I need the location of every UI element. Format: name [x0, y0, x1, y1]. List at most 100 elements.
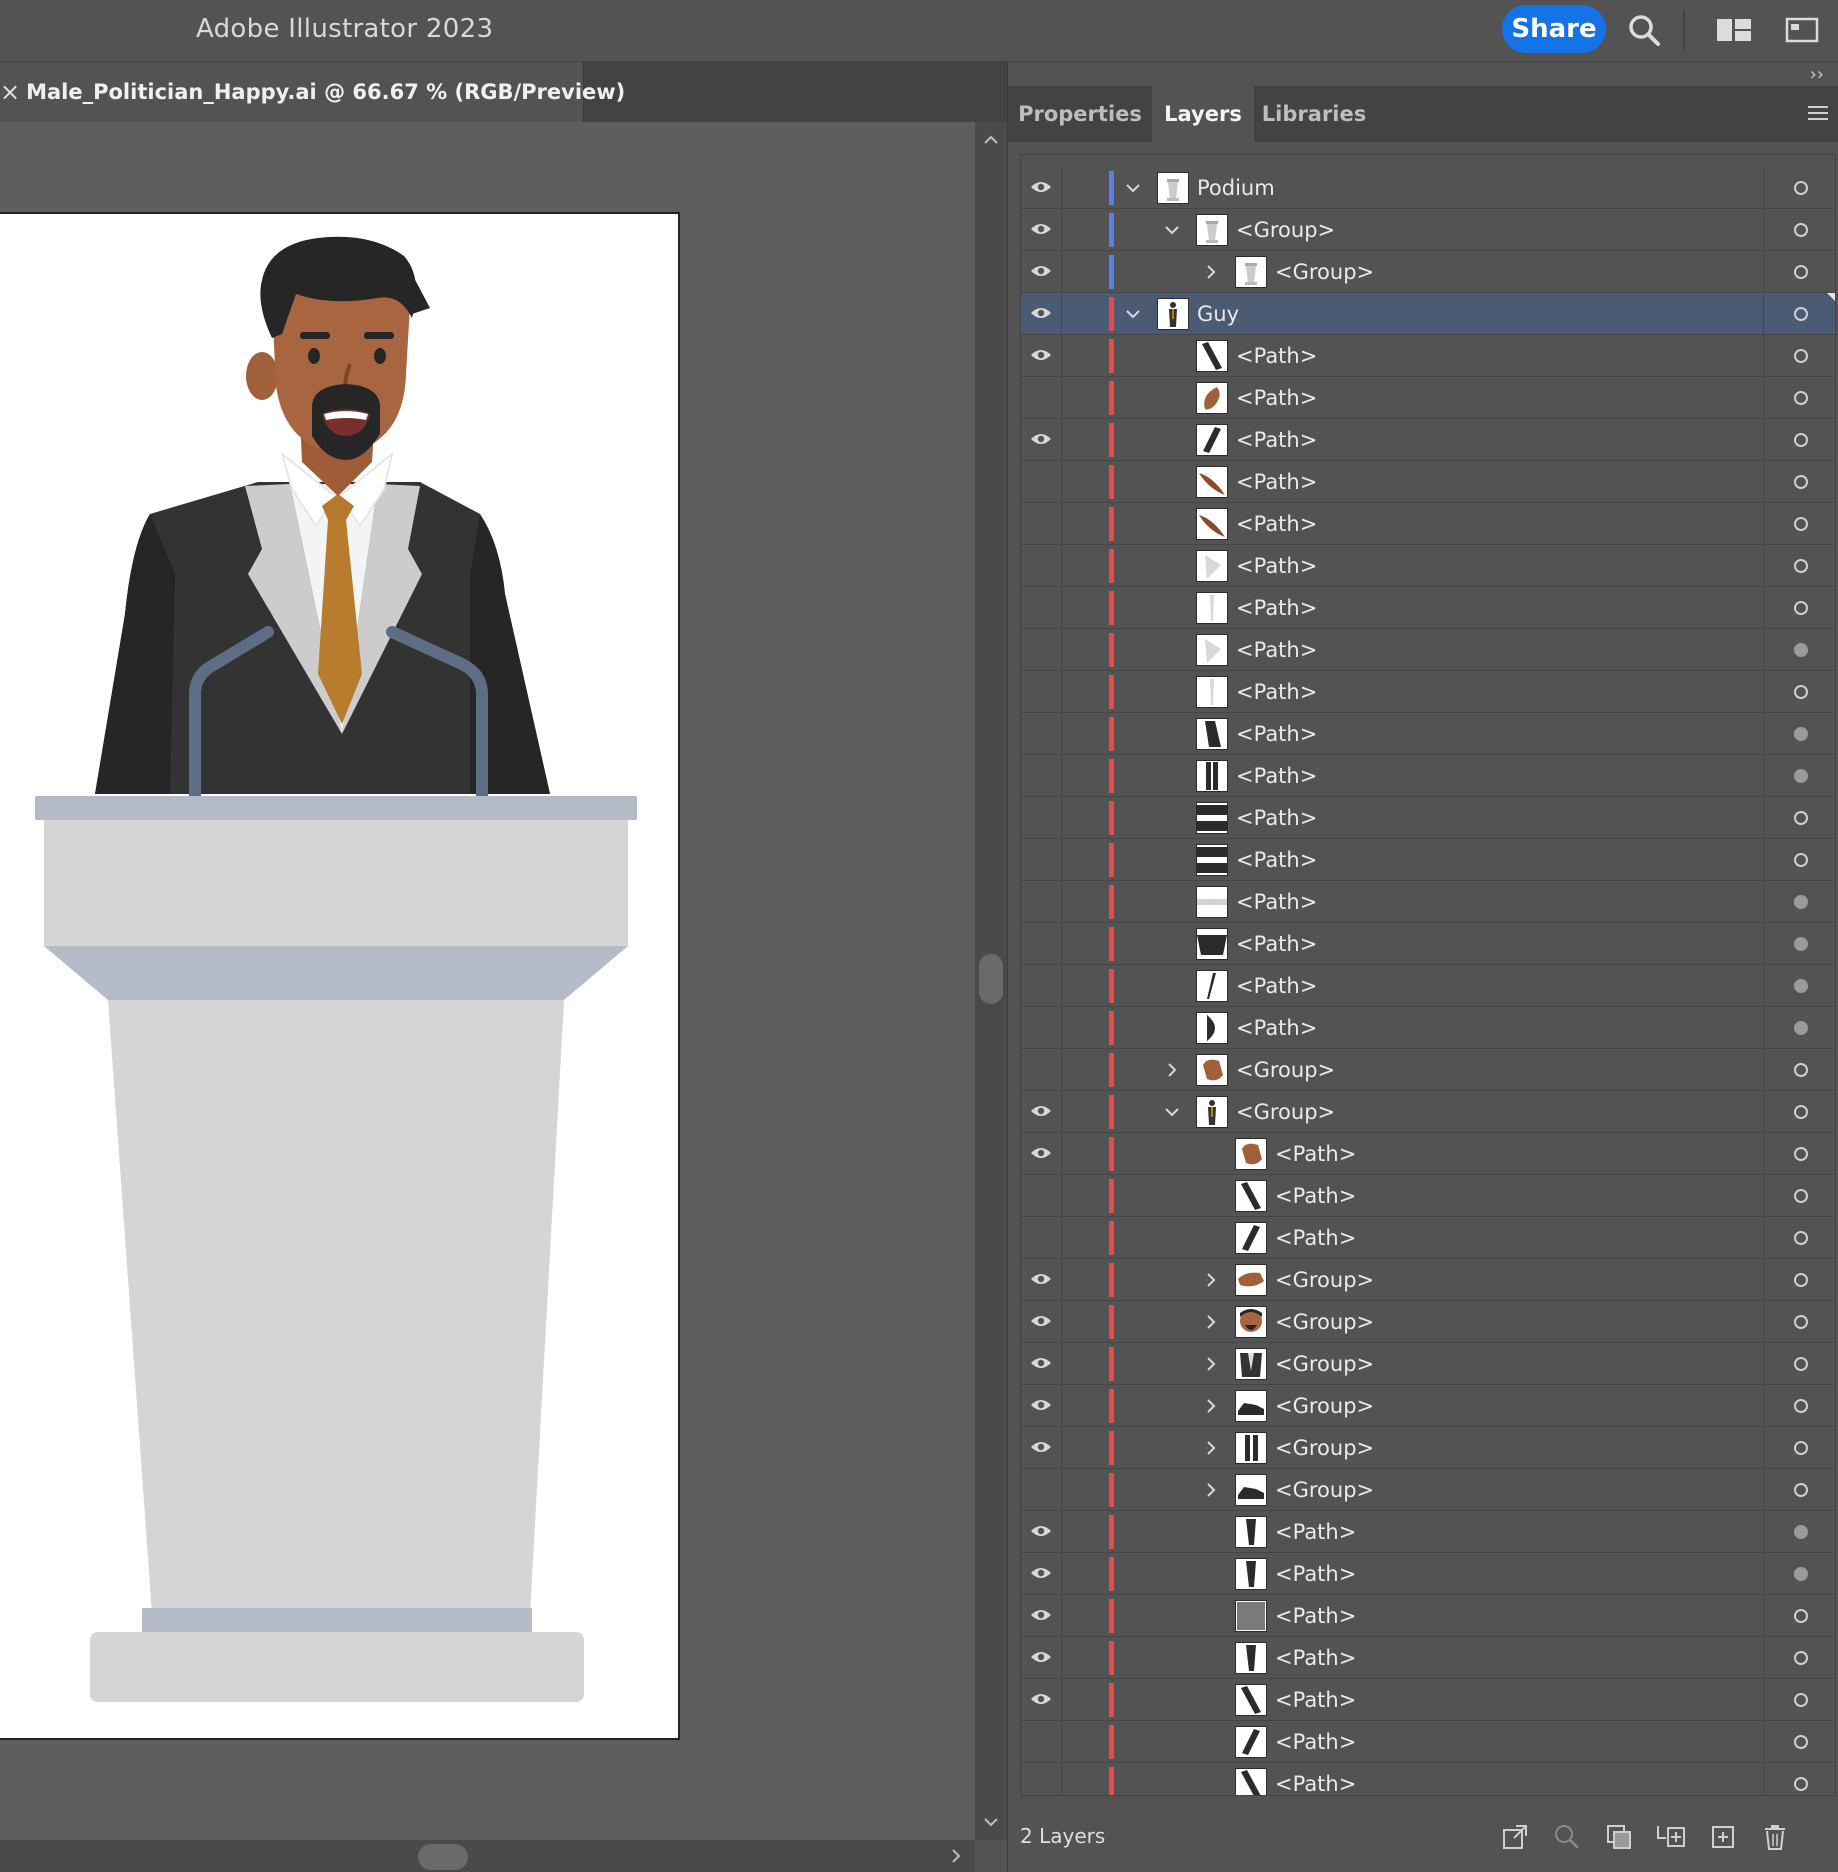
lock-toggle[interactable]: [1061, 335, 1105, 377]
sublayer-row[interactable]: <Path>: [1021, 461, 1835, 503]
chevron-right-icon[interactable]: [1197, 251, 1225, 293]
locate-object-icon[interactable]: [1552, 1822, 1582, 1852]
target-circle[interactable]: [1763, 545, 1835, 587]
canvas[interactable]: [0, 122, 975, 1840]
workspace-switcher-icon[interactable]: [1782, 10, 1822, 50]
layer-name[interactable]: <Path>: [1236, 335, 1317, 377]
sublayer-row[interactable]: <Path>: [1021, 965, 1835, 1007]
lock-toggle[interactable]: [1061, 1385, 1105, 1427]
target-circle[interactable]: [1763, 671, 1835, 713]
sublayer-row[interactable]: <Path>: [1021, 1721, 1835, 1763]
layer-name[interactable]: <Path>: [1236, 923, 1317, 965]
visibility-toggle[interactable]: [1021, 1595, 1061, 1637]
sublayer-row[interactable]: <Path>: [1021, 1175, 1835, 1217]
layer-name[interactable]: <Path>: [1236, 1007, 1317, 1049]
visibility-toggle[interactable]: [1021, 1763, 1061, 1795]
target-circle[interactable]: [1763, 1007, 1835, 1049]
target-circle[interactable]: [1763, 1385, 1835, 1427]
chevron-down-icon[interactable]: [1158, 1091, 1186, 1133]
visibility-toggle[interactable]: [1021, 293, 1061, 335]
lock-toggle[interactable]: [1061, 755, 1105, 797]
layer-name[interactable]: <Path>: [1275, 1637, 1356, 1679]
sublayer-row[interactable]: <Group>: [1021, 1343, 1835, 1385]
layer-name[interactable]: <Path>: [1236, 629, 1317, 671]
vertical-scrollbar[interactable]: [975, 122, 1007, 1840]
layer-name[interactable]: Podium: [1197, 167, 1275, 209]
lock-toggle[interactable]: [1061, 1721, 1105, 1763]
target-circle[interactable]: [1763, 377, 1835, 419]
lock-toggle[interactable]: [1061, 1133, 1105, 1175]
target-circle[interactable]: [1763, 1259, 1835, 1301]
target-circle[interactable]: [1763, 1049, 1835, 1091]
make-clipping-mask-icon[interactable]: [1604, 1822, 1634, 1852]
visibility-toggle[interactable]: [1021, 1385, 1061, 1427]
visibility-toggle[interactable]: [1021, 1259, 1061, 1301]
visibility-toggle[interactable]: [1021, 461, 1061, 503]
target-circle[interactable]: [1763, 839, 1835, 881]
lock-toggle[interactable]: [1061, 1511, 1105, 1553]
create-new-layer-icon[interactable]: [1708, 1822, 1738, 1852]
sublayer-row[interactable]: <Group>: [1021, 1091, 1835, 1133]
target-circle[interactable]: [1763, 713, 1835, 755]
scroll-up-icon[interactable]: [975, 126, 1007, 154]
visibility-toggle[interactable]: [1021, 1133, 1061, 1175]
target-circle[interactable]: [1763, 1553, 1835, 1595]
layer-name[interactable]: <Path>: [1275, 1553, 1356, 1595]
sublayer-row[interactable]: <Group>: [1021, 1469, 1835, 1511]
layer-name[interactable]: <Path>: [1236, 797, 1317, 839]
target-circle[interactable]: [1763, 209, 1835, 251]
visibility-toggle[interactable]: [1021, 335, 1061, 377]
layer-name[interactable]: <Path>: [1236, 503, 1317, 545]
scroll-down-icon[interactable]: [975, 1808, 1007, 1836]
chevron-right-icon[interactable]: [1197, 1385, 1225, 1427]
sublayer-row[interactable]: <Path>: [1021, 1595, 1835, 1637]
sublayer-row[interactable]: <Path>: [1021, 1763, 1835, 1795]
visibility-toggle[interactable]: [1021, 503, 1061, 545]
target-circle[interactable]: [1763, 1679, 1835, 1721]
visibility-toggle[interactable]: [1021, 1301, 1061, 1343]
sublayer-row[interactable]: <Group>: [1021, 1049, 1835, 1091]
document-tab[interactable]: × Male_Politician_Happy.ai @ 66.67 % (RG…: [0, 62, 625, 122]
visibility-toggle[interactable]: [1021, 1553, 1061, 1595]
visibility-toggle[interactable]: [1021, 545, 1061, 587]
lock-toggle[interactable]: [1061, 1595, 1105, 1637]
visibility-toggle[interactable]: [1021, 587, 1061, 629]
layer-name[interactable]: <Path>: [1275, 1595, 1356, 1637]
lock-toggle[interactable]: [1061, 1301, 1105, 1343]
target-circle[interactable]: [1763, 1595, 1835, 1637]
layer-name[interactable]: <Group>: [1275, 251, 1374, 293]
visibility-toggle[interactable]: [1021, 1007, 1061, 1049]
sublayer-row[interactable]: <Path>: [1021, 671, 1835, 713]
horizontal-scroll-thumb[interactable]: [418, 1844, 468, 1870]
lock-toggle[interactable]: [1061, 1469, 1105, 1511]
target-circle[interactable]: [1763, 1133, 1835, 1175]
lock-toggle[interactable]: [1061, 1679, 1105, 1721]
sublayer-row[interactable]: <Path>: [1021, 1511, 1835, 1553]
sublayer-row[interactable]: <Path>: [1021, 1007, 1835, 1049]
visibility-toggle[interactable]: [1021, 1427, 1061, 1469]
visibility-toggle[interactable]: [1021, 713, 1061, 755]
visibility-toggle[interactable]: [1021, 965, 1061, 1007]
lock-toggle[interactable]: [1061, 377, 1105, 419]
layer-name[interactable]: <Path>: [1236, 881, 1317, 923]
layer-name[interactable]: <Path>: [1236, 587, 1317, 629]
lock-toggle[interactable]: [1061, 251, 1105, 293]
chevron-right-icon[interactable]: [1197, 1427, 1225, 1469]
lock-toggle[interactable]: [1061, 671, 1105, 713]
arrange-documents-icon[interactable]: [1714, 10, 1754, 50]
artboard[interactable]: [0, 212, 680, 1740]
layer-name[interactable]: <Path>: [1236, 839, 1317, 881]
create-sublayer-icon[interactable]: [1656, 1822, 1686, 1852]
sublayer-row[interactable]: <Path>: [1021, 545, 1835, 587]
layer-name[interactable]: <Path>: [1275, 1763, 1356, 1795]
sublayer-row[interactable]: <Group>: [1021, 1385, 1835, 1427]
lock-toggle[interactable]: [1061, 293, 1105, 335]
layer-name[interactable]: <Path>: [1236, 755, 1317, 797]
layer-name[interactable]: <Group>: [1275, 1301, 1374, 1343]
visibility-toggle[interactable]: [1021, 671, 1061, 713]
sublayer-row[interactable]: <Path>: [1021, 1553, 1835, 1595]
visibility-toggle[interactable]: [1021, 1049, 1061, 1091]
sublayer-row[interactable]: <Path>: [1021, 881, 1835, 923]
sublayer-row[interactable]: <Path>: [1021, 419, 1835, 461]
chevron-right-icon[interactable]: [1197, 1469, 1225, 1511]
